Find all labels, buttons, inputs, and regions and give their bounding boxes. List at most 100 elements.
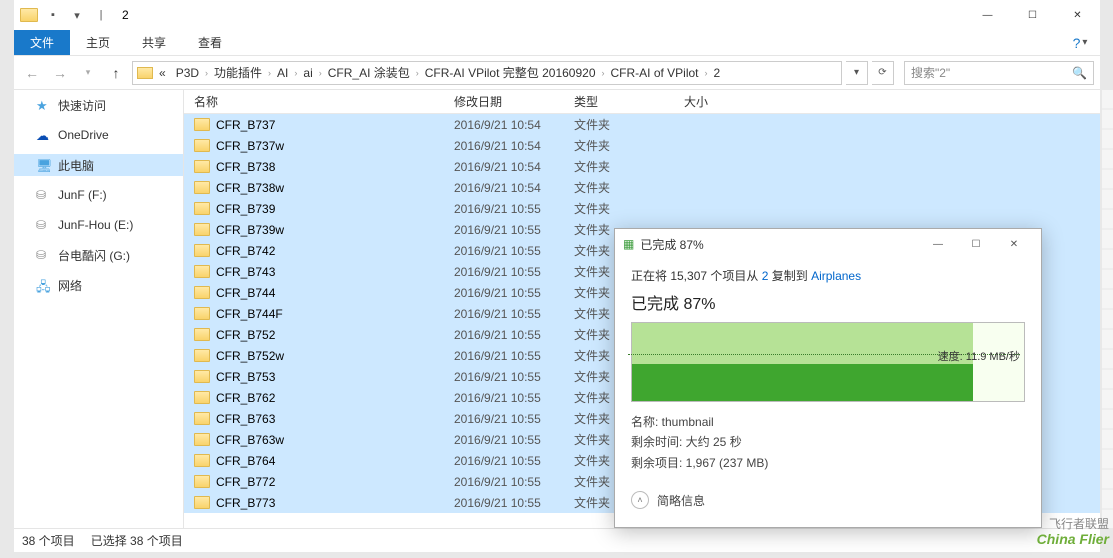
copy-percent: 已完成 87% <box>631 290 1025 314</box>
sidebar-item-onedrive[interactable]: ☁ OneDrive <box>14 124 183 146</box>
crumb[interactable]: 功能插件 <box>210 64 266 81</box>
search-input[interactable]: 搜索"2" 🔍 <box>904 61 1094 85</box>
qat-dropdown[interactable]: ▾ <box>66 4 88 26</box>
refresh-button[interactable]: ⟳ <box>872 61 894 85</box>
back-button[interactable]: ← <box>20 61 44 85</box>
info-value: thumbnail <box>662 415 714 429</box>
file-name: CFR_B739 <box>216 202 275 216</box>
copy-description: 正在将 15,307 个项目从 2 复制到 Airplanes <box>631 267 1025 284</box>
folder-icon <box>194 454 210 467</box>
tab-view[interactable]: 查看 <box>182 30 238 55</box>
crumb[interactable]: « <box>155 66 170 80</box>
tab-share[interactable]: 共享 <box>126 30 182 55</box>
disk-icon: ⛁ <box>36 248 52 262</box>
maximize-button[interactable]: ☐ <box>1010 0 1055 30</box>
dialog-title: 已完成 87% <box>640 236 703 253</box>
crumb[interactable]: CFR_AI 涂装包 <box>324 64 414 81</box>
folder-icon <box>194 160 210 173</box>
file-date: 2016/9/21 10:55 <box>444 391 564 405</box>
dialog-minimize[interactable]: — <box>919 231 957 257</box>
file-date: 2016/9/21 10:55 <box>444 286 564 300</box>
table-row[interactable]: CFR_B7392016/9/21 10:55文件夹 <box>184 198 1100 219</box>
folder-icon <box>194 328 210 341</box>
col-name[interactable]: 名称 <box>184 90 444 113</box>
col-size[interactable]: 大小 <box>674 90 794 113</box>
chevron-right-icon: › <box>416 68 419 78</box>
forward-button[interactable]: → <box>48 61 72 85</box>
folder-icon <box>194 391 210 404</box>
disk-icon: ⛁ <box>36 218 52 232</box>
crumb[interactable]: ai <box>299 66 316 80</box>
file-name: CFR_B743 <box>216 265 275 279</box>
help-button[interactable]: ? ▾ <box>1060 30 1100 55</box>
tab-home[interactable]: 主页 <box>70 30 126 55</box>
file-type: 文件夹 <box>564 137 674 154</box>
recent-dropdown[interactable]: ▾ <box>76 61 100 85</box>
crumb[interactable]: CFR-AI of VPilot <box>607 66 703 80</box>
sidebar-item-network[interactable]: 🖧网络 <box>14 274 183 296</box>
crumb[interactable]: 2 <box>710 66 725 80</box>
crumb[interactable]: P3D <box>172 66 203 80</box>
file-date: 2016/9/21 10:55 <box>444 475 564 489</box>
table-row[interactable]: CFR_B7372016/9/21 10:54文件夹 <box>184 114 1100 135</box>
sidebar-item-disk-f[interactable]: ⛁JunF (F:) <box>14 184 183 206</box>
file-tab[interactable]: 文件 <box>14 30 70 55</box>
file-date: 2016/9/21 10:55 <box>444 244 564 258</box>
table-row[interactable]: CFR_B738w2016/9/21 10:54文件夹 <box>184 177 1100 198</box>
cloud-icon: ☁ <box>36 128 52 142</box>
table-row[interactable]: CFR_B737w2016/9/21 10:54文件夹 <box>184 135 1100 156</box>
speed-label: 速度: 11.9 MB/秒 <box>938 348 1020 364</box>
close-button[interactable]: ✕ <box>1055 0 1100 30</box>
sidebar-item-disk-e[interactable]: ⛁JunF-Hou (E:) <box>14 214 183 236</box>
folder-icon <box>194 370 210 383</box>
dialog-maximize[interactable]: ☐ <box>957 231 995 257</box>
file-date: 2016/9/21 10:55 <box>444 202 564 216</box>
file-date: 2016/9/21 10:55 <box>444 454 564 468</box>
sidebar-item-thispc[interactable]: 🖥此电脑 <box>14 154 183 176</box>
window-title: 2 <box>122 8 129 22</box>
crumb[interactable]: CFR-AI VPilot 完整包 20160920 <box>421 64 600 81</box>
status-selected: 已选择 38 个项目 <box>91 532 183 549</box>
file-name: CFR_B753 <box>216 370 275 384</box>
file-date: 2016/9/21 10:54 <box>444 118 564 132</box>
col-date[interactable]: 修改日期 <box>444 90 564 113</box>
col-type[interactable]: 类型 <box>564 90 674 113</box>
folder-icon <box>194 433 210 446</box>
file-date: 2016/9/21 10:55 <box>444 412 564 426</box>
dialog-titlebar[interactable]: ▦ 已完成 87% — ☐ ✕ <box>615 229 1041 259</box>
file-name: CFR_B752w <box>216 349 284 363</box>
chevron-right-icon: › <box>705 68 708 78</box>
star-icon: ★ <box>36 98 52 112</box>
sidebar-item-label: 此电脑 <box>58 157 94 174</box>
minimize-button[interactable]: — <box>965 0 1010 30</box>
info-label: 剩余时间: <box>631 435 686 449</box>
address-bar[interactable]: « P3D› 功能插件› AI› ai› CFR_AI 涂装包› CFR-AI … <box>132 61 842 85</box>
navbar: ← → ▾ ↑ « P3D› 功能插件› AI› ai› CFR_AI 涂装包›… <box>14 56 1100 90</box>
sidebar-item-disk-g[interactable]: ⛁台电酷闪 (G:) <box>14 244 183 266</box>
details-label: 简略信息 <box>657 492 705 509</box>
folder-icon <box>194 244 210 257</box>
copy-dest-link[interactable]: Airplanes <box>811 269 861 283</box>
address-dropdown[interactable]: ▾ <box>846 61 868 85</box>
sidebar-item-label: 网络 <box>58 277 82 294</box>
crumb[interactable]: AI <box>273 66 292 80</box>
dialog-info: 名称: thumbnail 剩余时间: 大约 25 秒 剩余项目: 1,967 … <box>631 412 1025 473</box>
file-date: 2016/9/21 10:55 <box>444 223 564 237</box>
file-name: CFR_B763w <box>216 433 284 447</box>
info-label: 剩余项目: <box>631 456 686 470</box>
file-date: 2016/9/21 10:55 <box>444 307 564 321</box>
titlebar: ▪ ▾ | 2 — ☐ ✕ <box>14 0 1100 30</box>
info-label: 名称: <box>631 415 662 429</box>
dialog-close[interactable]: ✕ <box>995 231 1033 257</box>
folder-icon <box>194 475 210 488</box>
sidebar: ★快速访问 ☁ OneDrive 🖥此电脑 ⛁JunF (F:) ⛁JunF-Ho… <box>14 90 184 528</box>
table-row[interactable]: CFR_B7382016/9/21 10:54文件夹 <box>184 156 1100 177</box>
details-toggle[interactable]: ˄ 简略信息 <box>631 491 1025 509</box>
qat-item[interactable]: ▪ <box>42 4 64 26</box>
file-name: CFR_B773 <box>216 496 275 510</box>
up-button[interactable]: ↑ <box>104 61 128 85</box>
folder-icon <box>194 265 210 278</box>
folder-icon <box>194 496 210 509</box>
sidebar-item-label: OneDrive <box>58 128 109 142</box>
sidebar-item-quickaccess[interactable]: ★快速访问 <box>14 94 183 116</box>
